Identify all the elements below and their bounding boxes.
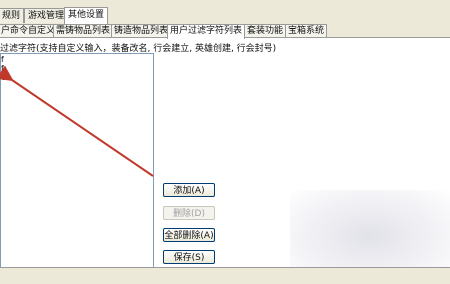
bottom-bar — [0, 267, 450, 284]
tab-other-settings[interactable]: 其他设置 — [64, 7, 109, 24]
tab-user-filter-list[interactable]: 用户过滤字符列表 — [167, 24, 246, 39]
settings-window: 规则 游戏管理 其他设置 户命令自定义 需铸物品列表 铸造物品列表 用户过滤字符… — [0, 0, 450, 284]
